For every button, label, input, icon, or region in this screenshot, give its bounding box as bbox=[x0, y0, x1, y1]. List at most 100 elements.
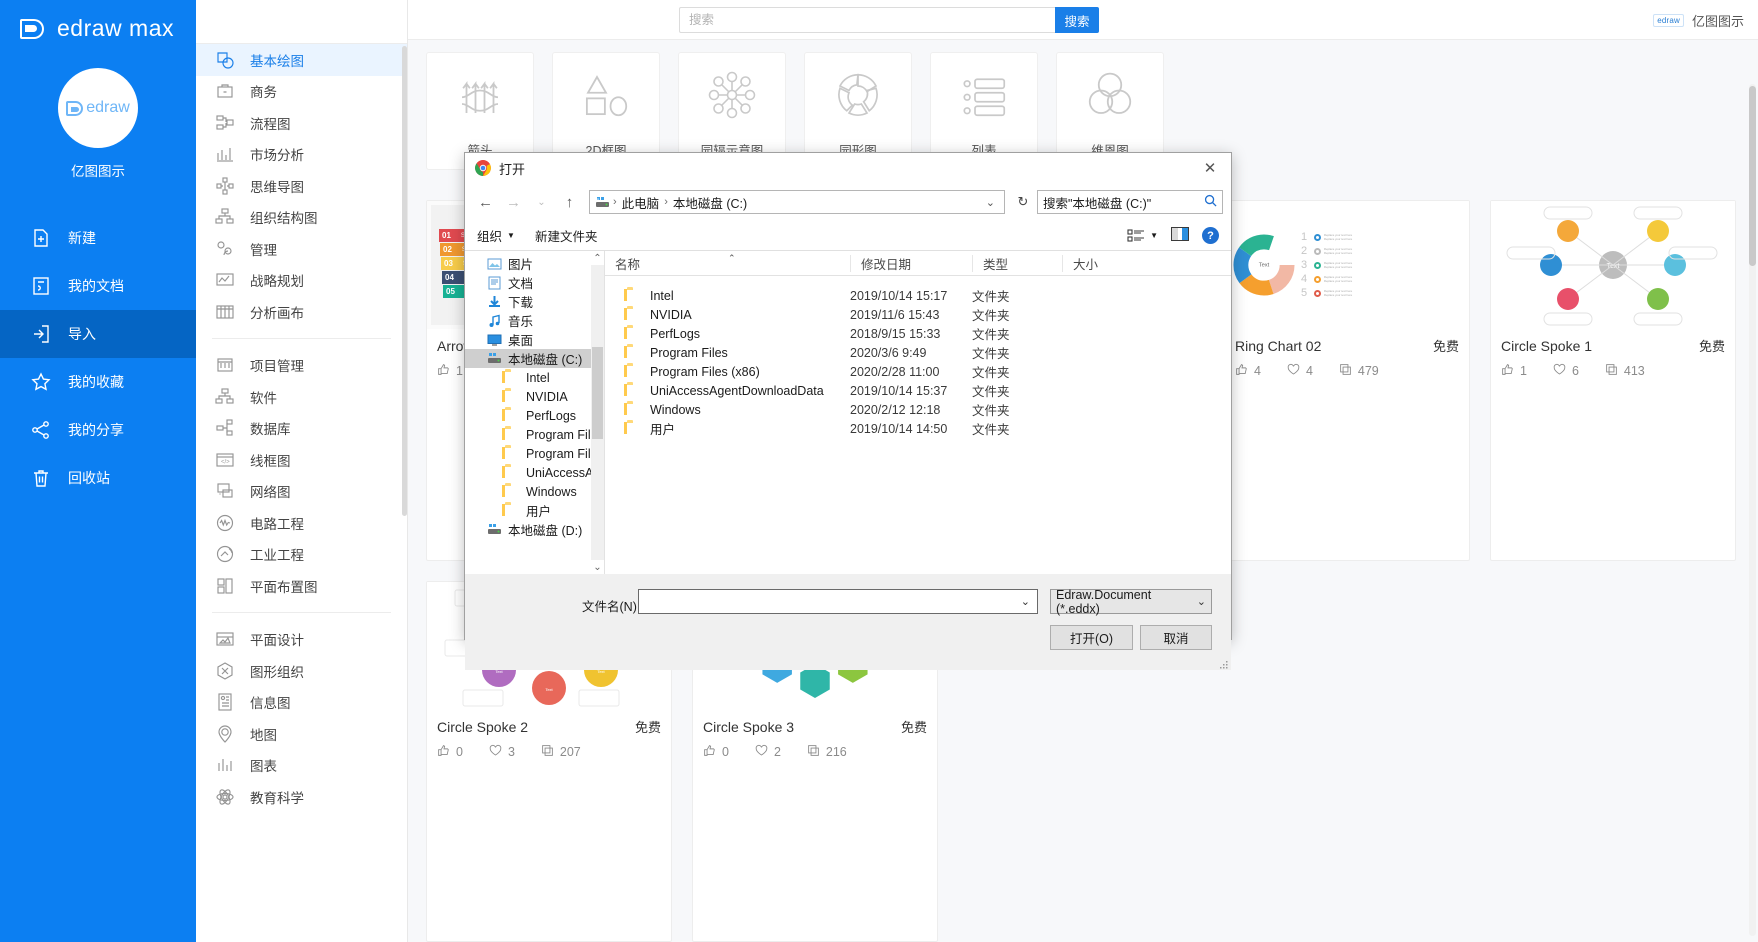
category-item-graphic-organizer[interactable]: 图形组织 bbox=[196, 655, 407, 687]
category-item-infographic[interactable]: 信息图 bbox=[196, 687, 407, 719]
category-item-map[interactable]: 地图 bbox=[196, 718, 407, 750]
resize-grip[interactable] bbox=[1219, 659, 1229, 669]
new-folder-button[interactable]: 新建文件夹 bbox=[535, 226, 598, 245]
help-icon[interactable]: ? bbox=[1202, 227, 1219, 244]
breadcrumb-this-pc[interactable]: 此电脑 bbox=[620, 193, 662, 212]
search-button[interactable]: 搜索 bbox=[1055, 7, 1099, 33]
tree-item[interactable]: 桌面 bbox=[465, 330, 604, 349]
venn-icon bbox=[1083, 64, 1137, 126]
tree-item[interactable]: 用户 bbox=[465, 501, 604, 520]
category-item-basic-drawing[interactable]: 基本绘图 bbox=[196, 44, 407, 76]
template-name: Circle Spoke 2 bbox=[437, 719, 529, 735]
column-header-size[interactable]: 大小 bbox=[1062, 254, 1162, 272]
cancel-button[interactable]: 取消 bbox=[1140, 625, 1212, 650]
category-item-floorplan[interactable]: 平面布置图 bbox=[196, 570, 407, 602]
tree-item[interactable]: Program Files bbox=[465, 444, 604, 463]
back-icon[interactable]: ← bbox=[473, 190, 498, 214]
tree-item[interactable]: 音乐 bbox=[465, 311, 604, 330]
category-item-org-chart[interactable]: 组织结构图 bbox=[196, 202, 407, 234]
copies-count: 413 bbox=[1623, 364, 1645, 378]
tree-item[interactable]: Windows bbox=[465, 482, 604, 501]
close-icon[interactable]: ✕ bbox=[1197, 156, 1223, 180]
category-scrollbar[interactable] bbox=[402, 46, 407, 516]
open-button[interactable]: 打开(O) bbox=[1050, 625, 1133, 650]
template-card[interactable]: Text Circle Spoke 1 免费 1 6 413 bbox=[1490, 200, 1736, 561]
tree-item[interactable]: NVIDIA bbox=[465, 387, 604, 406]
file-row[interactable]: NVIDIA 2019/11/6 15:43 文件夹 bbox=[605, 305, 1231, 324]
chevron-down-icon[interactable]: ⌄ bbox=[981, 196, 1000, 209]
address-bar[interactable]: › 此电脑 › 本地磁盘 (C:) ⌄ bbox=[589, 190, 1005, 214]
category-item-circuit[interactable]: 电路工程 bbox=[196, 507, 407, 539]
folder-icon bbox=[505, 409, 520, 423]
filename-input[interactable]: ⌄ bbox=[638, 589, 1038, 614]
filetype-select[interactable]: Edraw.Document (*.eddx) ⌄ bbox=[1050, 588, 1212, 616]
category-item-strategy[interactable]: 战略规划 bbox=[196, 265, 407, 297]
category-item-graphic-design[interactable]: 平面设计 bbox=[196, 624, 407, 656]
tree-item[interactable]: Program Files bbox=[465, 425, 604, 444]
category-item-flowchart[interactable]: 流程图 bbox=[196, 107, 407, 139]
organize-menu[interactable]: 组织 ▼ bbox=[477, 226, 515, 245]
category-item-canvas[interactable]: 分析画布 bbox=[196, 296, 407, 328]
tree-item[interactable]: 下载 bbox=[465, 292, 604, 311]
category-item-education[interactable]: 教育科学 bbox=[196, 781, 407, 813]
category-item-software[interactable]: 软件 bbox=[196, 381, 407, 413]
file-row[interactable]: Program Files 2020/3/6 9:49 文件夹 bbox=[605, 343, 1231, 362]
nav-item-trash[interactable]: 回收站 bbox=[0, 454, 196, 502]
avatar[interactable]: edraw bbox=[58, 68, 138, 148]
folder-icon bbox=[627, 365, 642, 379]
category-item-market-analysis[interactable]: 市场分析 bbox=[196, 139, 407, 171]
tree-item[interactable]: 本地磁盘 (D:) bbox=[465, 520, 604, 539]
category-item-project[interactable]: 项目管理 bbox=[196, 350, 407, 382]
file-row[interactable]: 用户 2019/10/14 14:50 文件夹 bbox=[605, 419, 1231, 438]
tree-item[interactable]: PerfLogs bbox=[465, 406, 604, 425]
preview-pane-icon[interactable] bbox=[1171, 227, 1189, 244]
top-account-name[interactable]: 亿图图示 bbox=[1692, 11, 1744, 30]
category-item-wireframe[interactable]: </> 线框图 bbox=[196, 444, 407, 476]
dialog-search-box[interactable]: 搜索"本地磁盘 (C:)" bbox=[1037, 190, 1223, 214]
nav-item-favorites[interactable]: 我的收藏 bbox=[0, 358, 196, 406]
content-scrollbar-thumb[interactable] bbox=[1749, 86, 1756, 266]
chevron-down-icon[interactable]: ⌄ bbox=[1021, 595, 1033, 608]
forward-icon[interactable]: → bbox=[501, 190, 526, 214]
column-header-date[interactable]: 修改日期 bbox=[850, 254, 972, 272]
file-row[interactable]: UniAccessAgentDownloadData 2019/10/14 15:… bbox=[605, 381, 1231, 400]
nav-item-shares[interactable]: 我的分享 bbox=[0, 406, 196, 454]
category-item-industrial[interactable]: 工业工程 bbox=[196, 539, 407, 571]
up-icon[interactable]: ↑ bbox=[557, 190, 582, 214]
category-item-network[interactable]: 网络图 bbox=[196, 476, 407, 508]
category-item-mindmap[interactable]: 思维导图 bbox=[196, 170, 407, 202]
tree-item-label: Intel bbox=[526, 370, 550, 385]
category-item-database[interactable]: 数据库 bbox=[196, 413, 407, 445]
column-header-type[interactable]: 类型 bbox=[972, 254, 1062, 272]
tree-item[interactable]: UniAccessAge bbox=[465, 463, 604, 482]
nav-item-import[interactable]: 导入 bbox=[0, 310, 196, 358]
template-thumbnail[interactable]: Text 1 Replace your text here Replace your … bbox=[1225, 201, 1469, 329]
file-row[interactable]: Windows 2020/2/12 12:18 文件夹 bbox=[605, 400, 1231, 419]
tree-item[interactable]: Intel bbox=[465, 368, 604, 387]
recent-locations-icon[interactable]: ⌄ bbox=[529, 190, 554, 214]
template-thumbnail[interactable]: Text bbox=[1491, 201, 1735, 329]
file-row[interactable]: Program Files (x86) 2020/2/28 11:00 文件夹 bbox=[605, 362, 1231, 381]
file-row[interactable]: PerfLogs 2018/9/15 15:33 文件夹 bbox=[605, 324, 1231, 343]
scroll-up-icon[interactable]: ⌃ bbox=[591, 251, 604, 265]
dialog-toolbar-right: ▼ ? bbox=[1127, 227, 1219, 244]
scroll-down-icon[interactable]: ⌄ bbox=[591, 560, 604, 574]
refresh-icon[interactable]: ↻ bbox=[1012, 190, 1034, 214]
category-item-briefcase[interactable]: 商务 bbox=[196, 76, 407, 108]
template-name: Circle Spoke 1 bbox=[1501, 338, 1593, 354]
template-card[interactable]: Text 1 Replace your text here Replace your … bbox=[1224, 200, 1470, 561]
thumbs-up-icon bbox=[437, 363, 450, 379]
category-item-management[interactable]: 管理 bbox=[196, 233, 407, 265]
nav-item-new[interactable]: 新建 bbox=[0, 214, 196, 262]
file-row[interactable]: Intel 2019/10/14 15:17 文件夹 bbox=[605, 286, 1231, 305]
tree-item[interactable]: 图片 bbox=[465, 254, 604, 273]
nav-item-my-documents[interactable]: 我的文档 bbox=[0, 262, 196, 310]
breadcrumb-local-disk-c[interactable]: 本地磁盘 (C:) bbox=[671, 193, 749, 212]
tree-item[interactable]: 本地磁盘 (C:) bbox=[465, 349, 604, 368]
search-input[interactable] bbox=[679, 7, 1055, 33]
tree-item[interactable]: 文档 bbox=[465, 273, 604, 292]
folder-icon bbox=[505, 390, 520, 404]
category-item-chart[interactable]: 图表 bbox=[196, 750, 407, 782]
view-options-button[interactable]: ▼ bbox=[1127, 228, 1158, 243]
tree-scrollbar-thumb[interactable] bbox=[592, 347, 603, 439]
